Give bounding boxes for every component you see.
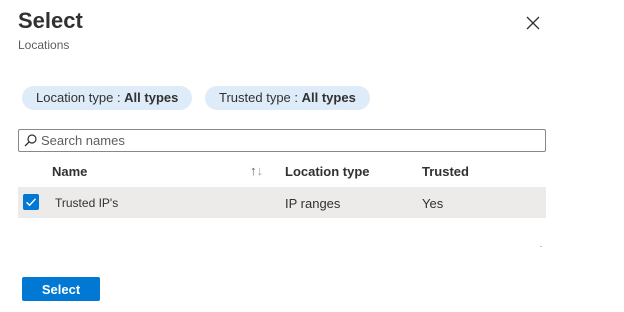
- select-button[interactable]: Select: [22, 277, 100, 301]
- column-header-location-type[interactable]: Location type: [285, 164, 370, 179]
- table-row[interactable]: Trusted IP's IP ranges Yes: [18, 187, 546, 218]
- trusted-type-filter-value: All types: [301, 90, 356, 105]
- cell-trusted: Yes: [422, 196, 444, 211]
- dialog-subtitle: Locations: [18, 38, 70, 52]
- search-input[interactable]: [41, 131, 541, 150]
- trusted-type-filter-label: Trusted type :: [219, 90, 302, 105]
- trusted-type-filter[interactable]: Trusted type : All types: [205, 86, 370, 110]
- close-icon[interactable]: [524, 14, 542, 32]
- search-icon: [24, 134, 37, 147]
- dialog-title: Select: [18, 8, 83, 33]
- location-type-filter[interactable]: Location type : All types: [22, 86, 193, 110]
- scroll-indicator: [540, 246, 542, 247]
- cell-name: Trusted IP's: [55, 196, 119, 210]
- sort-arrows-icon[interactable]: ↑↓: [250, 163, 263, 178]
- cell-location-type: IP ranges: [285, 196, 341, 211]
- column-header-name[interactable]: Name: [52, 164, 87, 179]
- column-header-trusted[interactable]: Trusted: [422, 164, 469, 179]
- location-type-filter-value: All types: [124, 90, 179, 105]
- search-box: [18, 129, 546, 152]
- row-checkbox[interactable]: [23, 194, 39, 210]
- location-type-filter-label: Location type :: [36, 90, 125, 105]
